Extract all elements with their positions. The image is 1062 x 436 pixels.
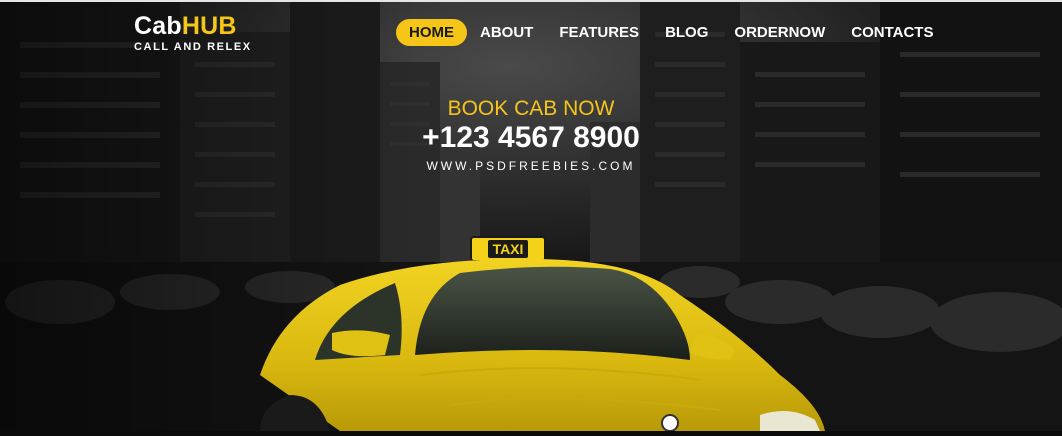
nav-blog[interactable]: BLOG — [652, 19, 721, 46]
book-cab-heading: BOOK CAB NOW — [447, 97, 615, 120]
nav-ordernow[interactable]: ORDERNOW — [721, 19, 838, 46]
nav-home[interactable]: HOME — [396, 19, 467, 46]
main-nav: HOME ABOUT FEATURES BLOG ORDERNOW CONTAC… — [396, 19, 946, 46]
nav-features[interactable]: FEATURES — [546, 19, 652, 46]
brand-name: CabHUB — [134, 12, 252, 40]
nav-about[interactable]: ABOUT — [467, 19, 546, 46]
brand-name-part2: HUB — [181, 12, 237, 40]
phone-number[interactable]: +123 4567 8900 — [0, 121, 1062, 155]
website-link[interactable]: WWW.PSDFREEBIES.COM — [0, 159, 1062, 173]
brand-logo[interactable]: CabHUB CALL AND RELEX — [134, 12, 252, 53]
brand-name-part1: Cab — [134, 12, 182, 40]
taxi-car-image — [220, 255, 830, 436]
brand-tagline: CALL AND RELEX — [134, 41, 252, 53]
nav-contacts[interactable]: CONTACTS — [838, 19, 946, 46]
